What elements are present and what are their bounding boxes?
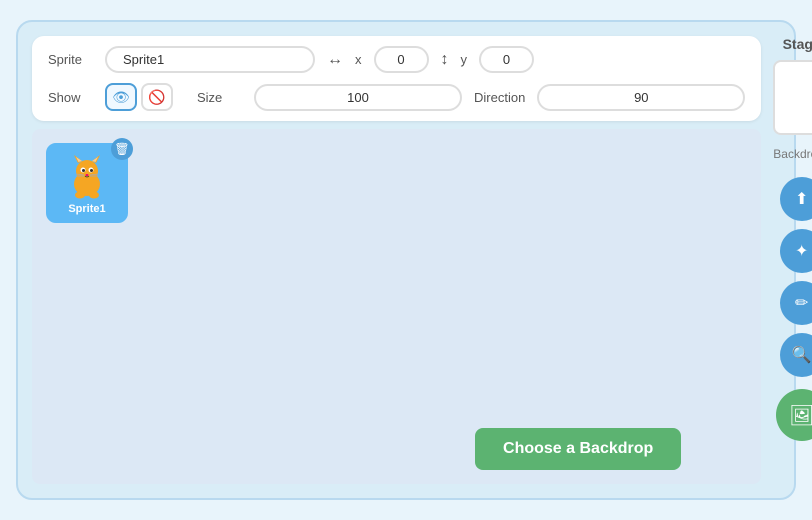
add-backdrop-button[interactable]: 🖼 — [776, 389, 812, 441]
choose-backdrop-button[interactable]: Choose a Backdrop — [475, 428, 681, 470]
controls-row-2: Show 👁 🚫 Size Direction — [48, 83, 745, 111]
direction-input[interactable] — [537, 84, 745, 111]
show-label: Show — [48, 90, 93, 105]
show-hidden-button[interactable]: 🚫 — [141, 83, 173, 111]
stage-label: Stage — [773, 36, 812, 52]
y-label: y — [461, 52, 468, 67]
search-icon: 🔍 — [792, 345, 812, 365]
sprite-cat-image — [62, 151, 112, 201]
surprise-icon: ✦ — [795, 241, 808, 261]
sprite-card[interactable]: 🗑 — [46, 143, 128, 223]
size-label: Size — [197, 90, 242, 105]
backdrops-label: Backdrops — [773, 147, 812, 161]
main-container: Sprite ↔ x ↕ y Show 👁 🚫 — [16, 20, 796, 500]
sprite-delete-button[interactable]: 🗑 — [111, 138, 133, 160]
show-toggle-group: 👁 🚫 — [105, 83, 173, 111]
trash-icon: 🗑 — [114, 142, 129, 156]
stage-preview — [773, 60, 812, 135]
show-visible-button[interactable]: 👁 — [105, 83, 137, 111]
controls-bar: Sprite ↔ x ↕ y Show 👁 🚫 — [32, 36, 761, 121]
x-label: x — [355, 52, 362, 67]
upload-backdrop-button[interactable]: ⬆ — [780, 177, 812, 221]
search-backdrop-button[interactable]: 🔍 — [780, 333, 812, 377]
upload-icon: ⬆ — [795, 189, 808, 209]
add-backdrop-icon: 🖼 — [789, 403, 812, 428]
main-panel: Sprite ↔ x ↕ y Show 👁 🚫 — [32, 36, 761, 484]
stage-panel: Stage Backdrops ⬆ ✦ ✏ 🔍 🖼 — [773, 36, 812, 484]
sprite-name-input[interactable] — [105, 46, 315, 73]
x-input[interactable] — [374, 46, 429, 73]
surprise-backdrop-button[interactable]: ✦ — [780, 229, 812, 273]
paint-icon: ✏ — [795, 293, 808, 313]
controls-row-1: Sprite ↔ x ↕ y — [48, 46, 745, 73]
sprite-area: 🗑 — [32, 129, 761, 484]
direction-label: Direction — [474, 90, 525, 105]
y-arrow-icon: ↕ — [441, 51, 449, 69]
size-input[interactable] — [254, 84, 462, 111]
x-arrow-icon: ↔ — [327, 51, 343, 69]
sprite-label: Sprite — [48, 52, 93, 67]
sprite-card-label: Sprite1 — [68, 203, 105, 215]
paint-backdrop-button[interactable]: ✏ — [780, 281, 812, 325]
y-input[interactable] — [479, 46, 534, 73]
eye-open-icon: 👁 — [112, 89, 130, 106]
eye-closed-icon: 🚫 — [148, 89, 165, 106]
